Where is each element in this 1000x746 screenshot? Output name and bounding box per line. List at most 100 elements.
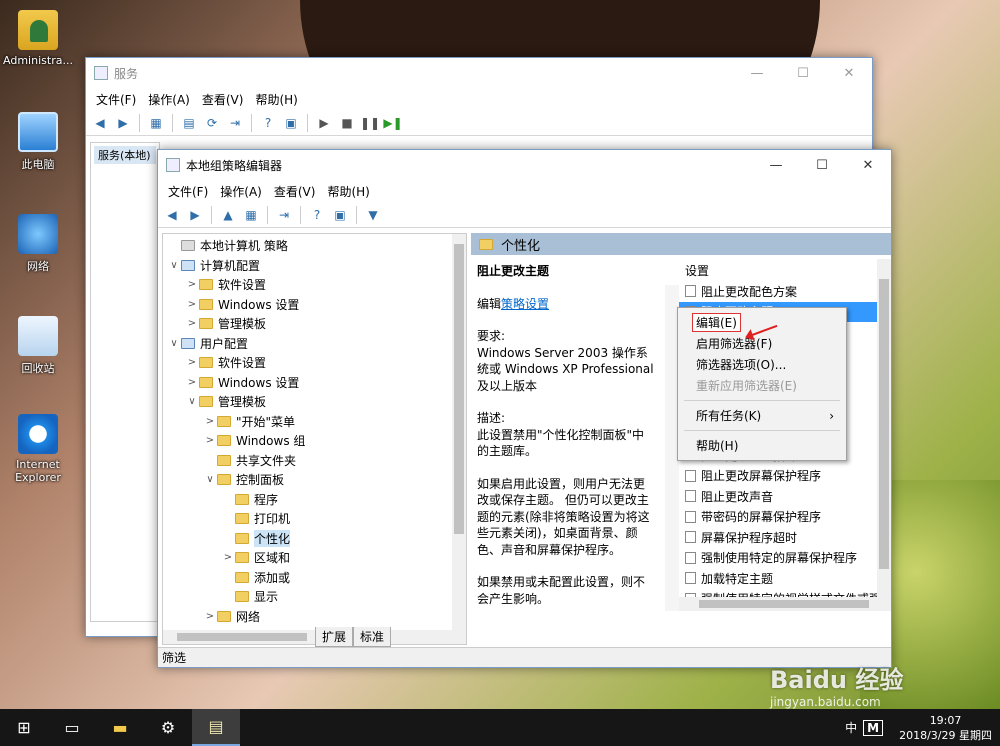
tree-arrow[interactable]: ∨ [167,338,181,349]
scroll-thumb[interactable] [177,633,307,641]
services-titlebar[interactable]: 服务 — ☐ ✕ [86,58,872,88]
menu-help[interactable]: 帮助(H) [249,91,303,108]
minimize-button[interactable]: — [753,150,799,180]
menu-item-filter-options[interactable]: 筛选器选项(O)... [678,354,846,375]
tree-item[interactable]: ∨ 管理模板 [163,392,454,412]
minimize-button[interactable]: — [734,58,780,88]
tree-item[interactable]: > 网络 [163,607,454,627]
restart-service-icon[interactable]: ▶❚ [383,113,403,133]
forward-arrow-icon[interactable]: ▶ [185,205,205,225]
settings-vertical-scrollbar[interactable] [877,259,891,611]
tree-item[interactable]: 打印机 [163,509,454,529]
maximize-button[interactable]: ☐ [799,150,845,180]
ime-mode[interactable]: M [863,719,884,736]
tree-item[interactable]: > 软件设置 [163,275,454,295]
ime-language[interactable]: 中 [839,719,863,736]
desktop-icon-this-pc[interactable]: 此电脑 [3,112,73,172]
menu-item-enable-filter[interactable]: 启用筛选器(F) [678,333,846,354]
tree-item[interactable]: > 软件设置 [163,353,454,373]
gpedit-titlebar[interactable]: 本地组策略编辑器 — ☐ ✕ [158,150,891,180]
tree-arrow[interactable]: > [221,552,235,563]
pause-service-icon[interactable]: ❚❚ [360,113,380,133]
tree-arrow[interactable]: > [185,357,199,368]
properties-icon[interactable]: ▤ [179,113,199,133]
settings-horizontal-scrollbar[interactable] [679,597,891,611]
clock[interactable]: 19:07 2018/3/29 星期四 [891,713,1000,743]
tree-arrow[interactable]: > [203,611,217,622]
tree-arrow[interactable]: ∨ [185,396,199,407]
tree-item[interactable]: 共享文件夹 [163,451,454,471]
refresh-icon[interactable]: ⟳ [202,113,222,133]
show-hide-icon[interactable]: ▣ [281,113,301,133]
tree-arrow[interactable]: > [203,435,217,446]
tree-item[interactable]: > 区域和 [163,548,454,568]
menu-file[interactable]: 文件(F) [162,183,214,200]
start-service-icon[interactable]: ▶ [314,113,334,133]
task-view-icon[interactable]: ▭ [48,709,96,746]
tree-item[interactable]: 本地计算机 策略 [163,236,454,256]
setting-row[interactable]: 强制使用特定的屏幕保护程序 [665,548,891,569]
setting-row[interactable]: 阻止更改屏幕保护程序 [665,466,891,487]
menu-view[interactable]: 查看(V) [268,183,322,200]
tree-node-services-local[interactable]: 服务(本地) [94,146,156,164]
scroll-thumb[interactable] [879,279,889,569]
scroll-thumb[interactable] [699,600,869,608]
tree-item-personalization[interactable]: 个性化 [163,529,454,549]
services-gear-icon[interactable]: ⚙ [144,709,192,746]
setting-row[interactable]: 阻止更改声音 [665,486,891,507]
tab-standard[interactable]: 标准 [353,627,392,647]
tree-item[interactable]: > Windows 组 [163,431,454,451]
filter-icon[interactable]: ▼ [363,205,383,225]
scroll-thumb[interactable] [454,244,464,534]
menu-view[interactable]: 查看(V) [196,91,250,108]
menu-action[interactable]: 操作(A) [214,183,268,200]
export-icon[interactable]: ⇥ [225,113,245,133]
desktop-icon-network[interactable]: 网络 [3,214,73,274]
setting-row[interactable]: 带密码的屏幕保护程序 [665,507,891,528]
setting-row[interactable]: 加载特定主题 [665,568,891,589]
tree-item[interactable]: > "开始"菜单 [163,412,454,432]
tree-arrow[interactable]: > [203,416,217,427]
desktop-icon-internet-explorer[interactable]: Internet Explorer [3,414,73,484]
settings-column-header[interactable]: 设置 [665,259,891,281]
tree-arrow[interactable]: > [185,279,199,290]
tree-item[interactable]: ∨ 计算机配置 [163,256,454,276]
start-windows-icon[interactable]: ⊞ [0,709,48,746]
help-icon[interactable]: ? [307,205,327,225]
tree-item[interactable]: > 管理模板 [163,314,454,334]
tree-item[interactable]: ∨ 控制面板 [163,470,454,490]
setting-row[interactable]: 阻止更改配色方案 [665,281,891,302]
back-arrow-icon[interactable]: ◀ [90,113,110,133]
tree-item[interactable]: ∨ 用户配置 [163,334,454,354]
menu-file[interactable]: 文件(F) [90,91,142,108]
maximize-button[interactable]: ☐ [780,58,826,88]
tree-arrow[interactable]: > [185,299,199,310]
console-tree-icon[interactable]: ▦ [241,205,261,225]
edit-policy-link[interactable]: 策略设置 [501,297,549,311]
gpedit-taskbar-icon[interactable]: ▤ [192,709,240,746]
file-explorer-icon[interactable]: ▬ [96,709,144,746]
export-icon[interactable]: ⇥ [274,205,294,225]
close-button[interactable]: ✕ [845,150,891,180]
tree-item[interactable]: 显示 [163,587,454,607]
back-arrow-icon[interactable]: ◀ [162,205,182,225]
desktop-icon-administrator[interactable]: Administra... [3,10,73,67]
setting-row[interactable]: 屏幕保护程序超时 [665,527,891,548]
tree-arrow[interactable]: ∨ [167,260,181,271]
close-button[interactable]: ✕ [826,58,872,88]
menu-item-help[interactable]: 帮助(H) [678,435,846,456]
console-tree-icon[interactable]: ▦ [146,113,166,133]
tree-item[interactable]: 程序 [163,490,454,510]
tree-item[interactable]: 添加或 [163,568,454,588]
up-folder-icon[interactable]: ▲ [218,205,238,225]
show-hide-icon[interactable]: ▣ [330,205,350,225]
tree-item[interactable]: > Windows 设置 [163,295,454,315]
tree-arrow[interactable]: > [185,318,199,329]
tree-arrow[interactable]: ∨ [203,474,217,485]
menu-item-all-tasks[interactable]: 所有任务(K) › [678,405,846,426]
forward-arrow-icon[interactable]: ▶ [113,113,133,133]
help-icon[interactable]: ? [258,113,278,133]
menu-action[interactable]: 操作(A) [142,91,196,108]
tree-arrow[interactable]: > [185,377,199,388]
desktop-icon-recycle-bin[interactable]: 回收站 [3,316,73,376]
